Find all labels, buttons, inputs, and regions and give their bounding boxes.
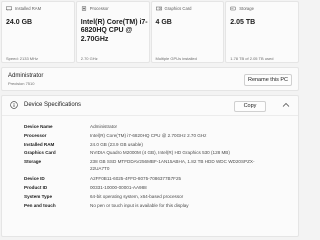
card-graphics: Graphics Card 4 GB Multiple GPUs install… xyxy=(150,1,225,63)
specs-title: Device Specifications xyxy=(24,102,82,108)
card-installed-ram: Installed RAM 24.0 GB Speed: 2133 MHz xyxy=(1,1,75,63)
card-value: Intel(R) Core(TM) i7-6820HQ CPU @ 2.70GH… xyxy=(80,19,148,43)
card-label: Storage xyxy=(239,6,254,11)
spec-value: Administrator xyxy=(90,124,118,129)
spec-key: Pen and touch xyxy=(24,202,56,208)
card-storage: Storage 2.05 TB 1.78 TB of 2.05 TB used xyxy=(225,1,299,63)
spec-key: System Type xyxy=(24,193,52,199)
card-value: 4 GB xyxy=(155,19,172,26)
spec-row-system-type: System Type 64-bit operating system, x64… xyxy=(24,194,274,203)
storage-icon xyxy=(230,6,236,11)
card-label: Graphics Card xyxy=(164,6,192,11)
spec-row-processor: Processor Intel(R) Core(TM) i7-6820HQ CP… xyxy=(24,133,274,142)
spec-value: 238 GB SSD MTFDDAV256MBF-1AN15ABHA, 1.82… xyxy=(90,159,255,171)
specs-header[interactable]: Device Specifications Copy xyxy=(2,96,298,116)
device-specifications-panel: Device Specifications Copy Device Name A… xyxy=(1,95,299,237)
spec-key: Device ID xyxy=(24,176,45,182)
spec-value: 24.0 GB (23.9 GB usable) xyxy=(90,141,143,147)
card-value: 2.05 TB xyxy=(230,19,256,26)
spec-key: Installed RAM xyxy=(24,141,55,147)
ram-icon xyxy=(6,6,12,11)
spec-key: Graphics Card xyxy=(24,150,56,156)
spec-key: Product ID xyxy=(24,184,48,190)
spec-value: 00331-10000-00001-AA988 xyxy=(90,184,147,190)
card-subtext: Multiple GPUs installed xyxy=(155,56,197,61)
card-subtext: 2.70 GHz xyxy=(80,56,98,61)
spec-row-installed-ram: Installed RAM 24.0 GB (23.9 GB usable) xyxy=(24,142,274,151)
spec-value: No pen or touch input is available for t… xyxy=(90,202,189,208)
spec-key: Device Name xyxy=(24,124,53,129)
device-model: Precision 7510 xyxy=(8,81,35,86)
spec-row-pen-touch: Pen and touch No pen or touch input is a… xyxy=(24,203,274,212)
spec-key: Storage xyxy=(24,159,42,165)
copy-button[interactable]: Copy xyxy=(234,101,266,112)
chevron-up-icon[interactable] xyxy=(282,102,290,108)
card-label: Processor xyxy=(89,6,109,11)
spec-value: NVIDIA Quadro M2000M (4 GB), Intel(R) HD… xyxy=(90,150,230,156)
rename-pc-button[interactable]: Rename this PC xyxy=(244,74,292,86)
spec-value: Intel(R) Core(TM) i7-6820HQ CPU @ 2.70GH… xyxy=(90,132,207,138)
spec-row-device-name: Device Name Administrator xyxy=(24,124,274,133)
spec-value: 64-bit operating system, x64-based proce… xyxy=(90,193,184,199)
card-processor: Processor Intel(R) Core(TM) i7-6820HQ CP… xyxy=(75,1,150,63)
spec-key: Processor xyxy=(24,132,47,138)
spec-row-storage: Storage 238 GB SSD MTFDDAV256MBF-1AN15AB… xyxy=(24,159,274,176)
processor-icon xyxy=(81,6,86,11)
graphics-card-icon xyxy=(155,6,162,11)
device-name-panel: Administrator Precision 7510 Rename this… xyxy=(1,67,299,91)
info-icon xyxy=(10,101,18,109)
device-name: Administrator xyxy=(8,73,44,79)
specs-list: Device Name Administrator Processor Inte… xyxy=(24,124,274,211)
hardware-summary-cards: Installed RAM 24.0 GB Speed: 2133 MHz Pr… xyxy=(1,1,299,63)
spec-value: A2FF0B11-6025-4FFD-8075-7086377B7F25 xyxy=(90,176,182,182)
card-subtext: Speed: 2133 MHz xyxy=(6,56,39,61)
spec-row-product-id: Product ID 00331-10000-00001-AA988 xyxy=(24,185,274,194)
spec-row-graphics-card: Graphics Card NVIDIA Quadro M2000M (4 GB… xyxy=(24,150,274,159)
card-value: 24.0 GB xyxy=(6,19,33,26)
card-label: Installed RAM xyxy=(15,6,42,11)
spec-row-device-id: Device ID A2FF0B11-6025-4FFD-8075-708637… xyxy=(24,176,274,185)
card-subtext: 1.78 TB of 2.05 TB used xyxy=(230,56,274,61)
